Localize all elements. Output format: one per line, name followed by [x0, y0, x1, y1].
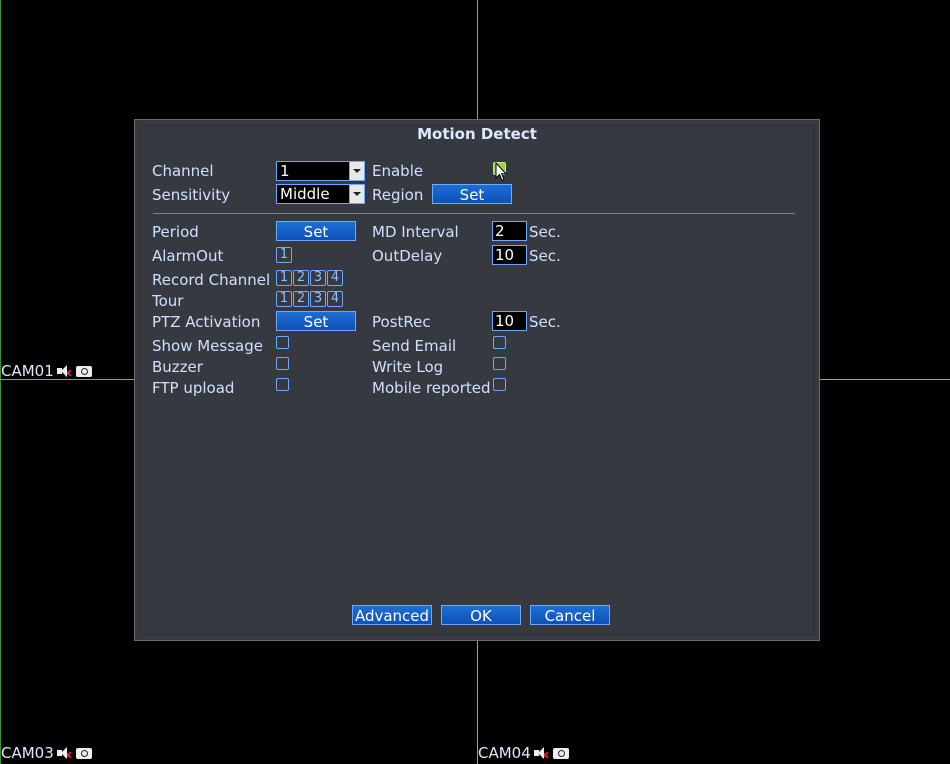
tour-channel-toggle[interactable]: 3 [310, 291, 326, 307]
send-email-checkbox[interactable] [493, 336, 506, 349]
ok-button[interactable]: OK [441, 605, 521, 625]
postrec-unit: Sec. [529, 313, 561, 331]
cancel-button[interactable]: Cancel [530, 605, 610, 625]
sensitivity-select[interactable]: Middle [276, 184, 365, 204]
write-log-label: Write Log [372, 358, 444, 376]
record-channel-toggle[interactable]: 4 [327, 270, 343, 286]
outdelay-input[interactable]: 10 [492, 245, 527, 265]
outdelay-unit: Sec. [529, 247, 561, 265]
md-interval-label: MD Interval [372, 223, 459, 241]
camera-icon [75, 365, 92, 377]
region-label: Region [372, 186, 424, 204]
record-channels: 1 2 3 4 [276, 270, 343, 286]
chevron-down-icon[interactable] [349, 162, 364, 180]
outdelay-label: OutDelay [372, 247, 443, 265]
buzzer-label: Buzzer [152, 358, 203, 376]
dialog-title: Motion Detect [417, 125, 537, 143]
period-label: Period [152, 223, 199, 241]
audio-muted-icon [56, 365, 69, 377]
record-channel-label: Record Channel [152, 271, 271, 289]
period-set-button[interactable]: Set [276, 221, 356, 241]
alarmout-channels: 1 [276, 247, 292, 263]
ftp-upload-label: FTP upload [152, 379, 235, 397]
audio-muted-icon [56, 747, 69, 759]
camera-icon [552, 747, 569, 759]
advanced-button[interactable]: Advanced [352, 605, 432, 625]
buzzer-checkbox[interactable] [276, 357, 289, 370]
tour-channel-toggle[interactable]: 4 [327, 291, 343, 307]
md-interval-input[interactable]: 2 [492, 221, 527, 241]
chevron-down-icon[interactable] [349, 185, 364, 203]
alarmout-channel-toggle[interactable]: 1 [276, 247, 292, 263]
camera-icon [75, 747, 92, 759]
motion-detect-dialog: Motion Detect Channel 1 Enable Sensitivi… [134, 119, 820, 641]
show-message-label: Show Message [152, 337, 263, 355]
mobile-reported-label: Mobile reported [372, 379, 491, 397]
section-divider [153, 213, 795, 214]
audio-muted-icon [533, 747, 546, 759]
camera-label-cam04[interactable]: CAM04 [478, 744, 569, 762]
alarmout-label: AlarmOut [152, 247, 224, 265]
tour-channel-toggle[interactable]: 2 [293, 291, 309, 307]
channel-select[interactable]: 1 [276, 161, 365, 181]
region-set-button[interactable]: Set [432, 184, 512, 204]
video-grid-border [0, 0, 1, 764]
record-channel-toggle[interactable]: 2 [293, 270, 309, 286]
channel-label: Channel [152, 162, 214, 180]
camera-name: CAM03 [1, 744, 54, 762]
ptz-set-button[interactable]: Set [276, 311, 356, 331]
channel-value: 1 [280, 162, 290, 180]
postrec-input[interactable]: 10 [492, 311, 527, 331]
tour-channels: 1 2 3 4 [276, 291, 343, 307]
show-message-checkbox[interactable] [276, 336, 289, 349]
tour-channel-toggle[interactable]: 1 [276, 291, 292, 307]
sensitivity-label: Sensitivity [152, 186, 231, 204]
camera-name: CAM01 [1, 362, 54, 380]
enable-label: Enable [372, 162, 424, 180]
md-interval-unit: Sec. [529, 223, 561, 241]
sensitivity-value: Middle [280, 185, 330, 203]
write-log-checkbox[interactable] [493, 357, 506, 370]
camera-label-cam03[interactable]: CAM03 [1, 744, 92, 762]
send-email-label: Send Email [372, 337, 457, 355]
ftp-upload-checkbox[interactable] [276, 378, 289, 391]
postrec-label: PostRec [372, 313, 431, 331]
mobile-reported-checkbox[interactable] [493, 378, 506, 391]
camera-name: CAM04 [478, 744, 531, 762]
tour-label: Tour [152, 292, 184, 310]
camera-label-cam01[interactable]: CAM01 [1, 362, 92, 380]
ptz-activation-label: PTZ Activation [152, 313, 261, 331]
record-channel-toggle[interactable]: 3 [310, 270, 326, 286]
record-channel-toggle[interactable]: 1 [276, 270, 292, 286]
video-grid-divider [477, 0, 478, 120]
video-grid-divider [820, 379, 950, 380]
